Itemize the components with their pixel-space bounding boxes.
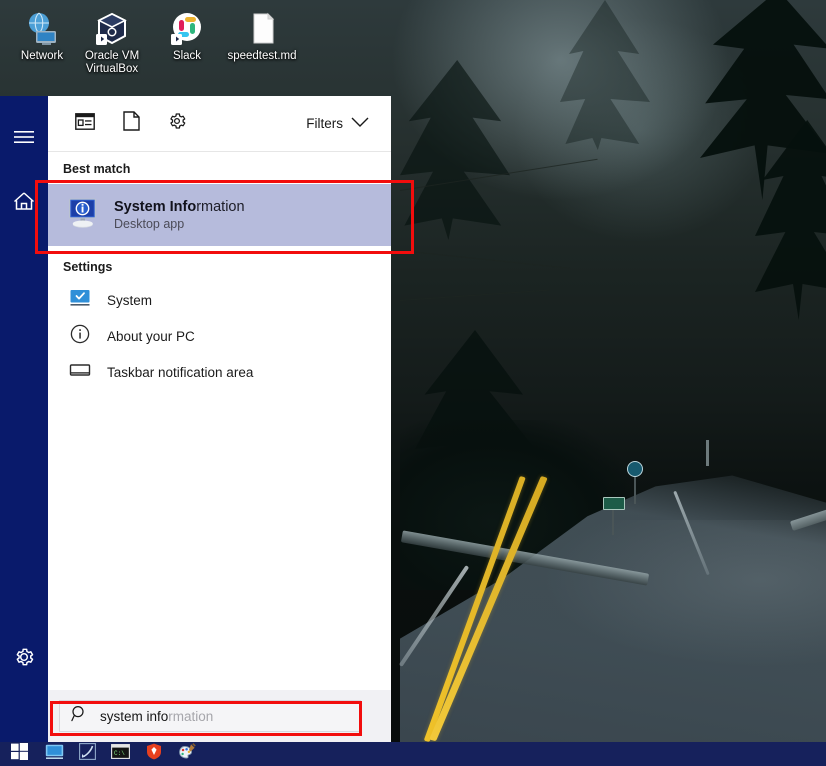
home-icon (13, 191, 35, 211)
info-circle-icon (69, 323, 91, 350)
search-bar-area: system information (48, 690, 391, 742)
monitor-check-icon (69, 289, 91, 312)
gear-icon (13, 646, 35, 668)
windows-logo-icon (10, 743, 28, 765)
desktop-icon-label: Slack (172, 50, 202, 62)
search-typed-text: system info (100, 708, 169, 724)
search-results: Best match System Information Desktop ap… (48, 152, 391, 690)
branch (399, 289, 550, 301)
branch (399, 250, 570, 269)
search-input-text: system information (100, 709, 213, 724)
tree-silhouette (400, 60, 510, 240)
search-magnifier-icon (71, 705, 88, 727)
search-panel-content: Filters Best match System Information De… (48, 96, 391, 742)
markdown-file-icon (220, 6, 304, 46)
brave-lion-icon (146, 743, 162, 765)
system-information-icon (66, 197, 100, 234)
taskbar: C:\ (0, 742, 826, 766)
result-title: System Information (114, 199, 245, 215)
settings-heading: Settings (63, 260, 113, 274)
sign-post (706, 440, 709, 466)
start-button[interactable] (0, 742, 38, 766)
desktop-icon-slack[interactable]: Slack (145, 6, 229, 63)
hamburger-menu-icon (14, 130, 34, 144)
tree-silhouette (560, 0, 650, 150)
filters-label: Filters (306, 116, 343, 131)
settings-item-taskbar-notification-area[interactable]: Taskbar notification area (48, 354, 391, 390)
hamburger-menu-button[interactable] (0, 114, 48, 160)
screen: Network Oracle VM VirtualBox Slack speed… (0, 0, 826, 766)
result-title-rest: rmation (196, 199, 245, 215)
search-panel: Filters Best match System Information De… (0, 96, 391, 742)
settings-item-label: Taskbar notification area (107, 364, 254, 380)
settings-item-about-your-pc[interactable]: About your PC (48, 318, 391, 354)
curve-icon (79, 743, 96, 765)
search-toolbar: Filters (48, 96, 391, 152)
task-view-button[interactable] (71, 742, 104, 766)
result-texts: System Information Desktop app (114, 199, 245, 231)
settings-item-system[interactable]: System (48, 282, 391, 318)
slack-icon (145, 6, 229, 46)
search-input[interactable]: system information (59, 700, 361, 732)
result-subtitle: Desktop app (114, 217, 185, 231)
documents-icon (122, 111, 140, 136)
settings-item-label: System (107, 292, 153, 308)
paint-app-button[interactable] (170, 742, 203, 766)
home-button[interactable] (0, 178, 48, 224)
terminal-icon: C:\ (111, 744, 130, 764)
paint-palette-icon (177, 743, 196, 765)
best-match-heading: Best match (63, 162, 131, 176)
desktop-icon-virtualbox[interactable]: Oracle VM VirtualBox (70, 6, 154, 76)
monitor-icon (45, 744, 64, 765)
settings-filter-button[interactable] (154, 104, 200, 144)
taskbar-rectangle-icon (69, 362, 91, 383)
apps-icon (75, 112, 95, 135)
desktop-icon-label: speedtest.md (227, 50, 297, 62)
virtualbox-icon (70, 6, 154, 46)
apps-filter-button[interactable] (62, 104, 108, 144)
desktop-icon-speedtest-md[interactable]: speedtest.md (220, 6, 304, 63)
road-sign-round (627, 461, 643, 477)
result-title-query: System Info (114, 199, 197, 215)
settings-button[interactable] (0, 634, 48, 680)
search-suggestion-text: rmation (168, 708, 214, 724)
road-sign-green (603, 497, 625, 510)
show-desktop-button[interactable] (38, 742, 71, 766)
brave-browser-button[interactable] (137, 742, 170, 766)
svg-text:C:\: C:\ (114, 750, 125, 757)
settings-gear-icon (167, 111, 187, 136)
filters-dropdown[interactable]: Filters (298, 110, 377, 137)
documents-filter-button[interactable] (108, 104, 154, 144)
desktop-icon-label: Oracle VM VirtualBox (84, 50, 140, 75)
chevron-down-icon (351, 116, 369, 131)
start-menu-rail (0, 96, 48, 742)
command-prompt-button[interactable]: C:\ (104, 742, 137, 766)
result-system-information[interactable]: System Information Desktop app (48, 184, 391, 246)
settings-item-label: About your PC (107, 328, 195, 344)
